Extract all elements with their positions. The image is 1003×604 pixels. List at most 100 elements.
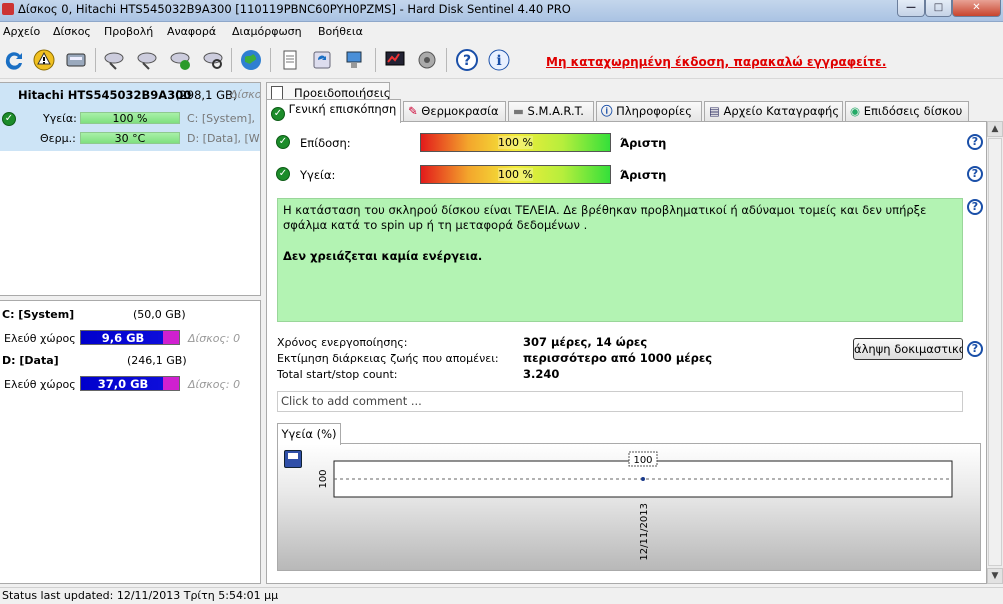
status-text: Η κατάσταση του σκληρού δίσκου είναι ΤΕΛ… (283, 203, 927, 232)
tab-information[interactable]: ⓘ Πληροφορίες (596, 101, 702, 122)
free-space-label: Ελεύθ χώρος (4, 332, 76, 345)
status-message-box: Η κατάσταση του σκληρού δίσκου είναι ΤΕΛ… (277, 198, 963, 322)
refresh-icon[interactable] (0, 46, 28, 74)
tab-label: Γενική επισκόπηση (288, 102, 397, 116)
disk-surface-icon[interactable] (133, 46, 161, 74)
status-text: Status last updated: 12/11/2013 Τρίτη 5:… (2, 589, 279, 602)
document-icon[interactable] (276, 46, 304, 74)
tab-alerts-label: Προειδοποιήσεις (294, 86, 391, 100)
temp-label: Θερμ.: (40, 132, 76, 145)
volume-d[interactable]: D: [Data] (246,1 GB) Ελεύθ χώρος 37,0 GB… (0, 351, 259, 397)
menu-report[interactable]: Αναφορά (167, 25, 216, 38)
free-space-value: 37,0 GB (97, 377, 149, 391)
help-icon[interactable]: ? (967, 341, 983, 357)
volumes-panel: C: [System] (50,0 GB) Ελεύθ χώρος 9,6 GB… (0, 300, 261, 584)
disk-search-icon[interactable] (199, 46, 227, 74)
disk-info-icon[interactable] (62, 46, 90, 74)
disk-name: Hitachi HTS545032B9A300 (18, 88, 192, 102)
svg-text:i: i (496, 53, 501, 69)
help-icon[interactable]: ? (967, 166, 983, 182)
tab-label: Αρχείο Καταγραφής (723, 104, 840, 118)
svg-text:?: ? (463, 53, 471, 69)
tab-smart[interactable]: ▬ S.M.A.R.T. (508, 101, 594, 122)
volume-c-hint: C: [System], (187, 112, 255, 125)
menu-file[interactable]: Αρχείο (3, 25, 40, 38)
data-point (641, 477, 645, 481)
comment-input[interactable]: Click to add comment ... (277, 391, 963, 412)
maximize-button[interactable]: □ (925, 0, 952, 17)
tab-performance[interactable]: ◉ Επιδόσεις δίσκου (845, 101, 969, 122)
scrollbar[interactable]: ▲ ▼ (987, 121, 1003, 584)
status-bar: Status last updated: 12/11/2013 Τρίτη 5:… (0, 587, 1003, 604)
performance-ok-icon: ✓ (276, 135, 290, 149)
globe-icon[interactable] (237, 46, 265, 74)
menu-disk[interactable]: Δίσκος (53, 25, 91, 38)
performance-value: 100 % (498, 136, 533, 149)
disk-suffix: Δίσκο (230, 88, 261, 101)
thermometer-icon: ✎ (408, 104, 418, 118)
tab-label: S.M.A.R.T. (527, 104, 584, 118)
disk-entry[interactable]: Hitachi HTS545032B9A300 (298,1 GB) Δίσκο… (0, 83, 261, 151)
app-icon (2, 3, 14, 15)
health-label: Υγεία: (300, 168, 336, 182)
warning-icon[interactable] (30, 46, 58, 74)
data-label: 100 (633, 455, 652, 466)
help-icon[interactable]: ? (453, 46, 481, 74)
volume-c[interactable]: C: [System] (50,0 GB) Ελεύθ χώρος 9,6 GB… (0, 305, 259, 351)
free-space-bar: 37,0 GB (80, 376, 180, 391)
health-chart: 100 100 12/11/2013 (318, 451, 953, 561)
temp-bar: 30 °C (80, 132, 180, 144)
disk-size: (298,1 GB) (175, 88, 238, 102)
drive-icon: ▬ (513, 104, 524, 118)
volume-d-hint: D: [Data], [W (187, 132, 260, 145)
minimize-button[interactable]: — (897, 0, 925, 17)
menu-view[interactable]: Προβολή (104, 25, 153, 38)
monitor-chart-icon[interactable] (381, 46, 409, 74)
scroll-up-arrow[interactable]: ▲ (987, 121, 1003, 137)
close-button[interactable]: ✕ (952, 0, 1001, 17)
menu-configuration[interactable]: Διαμόρφωση (232, 25, 302, 38)
tab-log[interactable]: ▤ Αρχείο Καταγραφής (704, 101, 843, 122)
test-button[interactable]: άληψη δοκιμαστικού (853, 338, 963, 360)
tab-overview[interactable]: ✓ Γενική επισκόπηση (266, 99, 401, 123)
menu-help[interactable]: Βοήθεια (318, 25, 363, 38)
uptime-value: 307 μέρες, 14 ώρες (523, 335, 648, 349)
check-icon: ✓ (271, 107, 285, 121)
gauge-icon: ◉ (850, 104, 861, 118)
disk-test-icon[interactable] (100, 46, 128, 74)
disk-ok-icon[interactable] (166, 46, 194, 74)
help-icon[interactable]: ? (967, 199, 983, 215)
y-tick-label: 100 (318, 469, 329, 488)
scroll-down-arrow[interactable]: ▼ (987, 568, 1003, 584)
volume-size: (246,1 GB) (127, 354, 187, 367)
health-value: 100 % (498, 168, 533, 181)
tab-strip: ✓ Γενική επισκόπηση ✎ Θερμοκρασία ▬ S.M.… (266, 99, 969, 123)
volume-size: (50,0 GB) (133, 308, 186, 321)
volume-disk-ref: Δίσκος: 0 (188, 332, 241, 345)
help-icon[interactable]: ? (967, 134, 983, 150)
tab-temperature[interactable]: ✎ Θερμοκρασία (403, 101, 506, 122)
free-space-value: 9,6 GB (101, 331, 145, 345)
speaker-icon[interactable] (413, 46, 441, 74)
info-icon[interactable]: i (485, 46, 513, 74)
toolbar: ? i Μη καταχωρημένη έκδοση, παρακαλώ εγγ… (0, 42, 1003, 79)
sync-icon[interactable] (308, 46, 336, 74)
x-tick-label: 12/11/2013 (639, 503, 650, 561)
network-icon[interactable] (340, 46, 368, 74)
tab-health-chart[interactable]: Υγεία (%) (277, 423, 341, 445)
log-icon: ▤ (709, 104, 720, 118)
scroll-thumb[interactable] (988, 138, 1002, 566)
tab-label: Θερμοκρασία (421, 104, 499, 118)
health-bar: 100 % (80, 112, 180, 124)
action-text: Δεν χρειάζεται καμία ενέργεια. (283, 249, 483, 263)
page-icon (271, 86, 283, 100)
disk-list-panel: Hitachi HTS545032B9A300 (298,1 GB) Δίσκο… (0, 82, 261, 296)
health-bar: 100 % (420, 165, 611, 184)
lifetime-label: Εκτίμηση διάρκειας ζωής που απομένει: (277, 352, 499, 365)
free-space-bar: 9,6 GB (80, 330, 180, 345)
register-link[interactable]: Μη καταχωρημένη έκδοση, παρακαλώ εγγραφε… (546, 55, 886, 69)
overview-panel: ✓ Επίδοση: 100 % Άριστη ? ✓ Υγεία: 100 %… (266, 121, 987, 584)
health-label: Υγεία: (43, 112, 77, 125)
performance-bar: 100 % (420, 133, 611, 152)
tab-label: Πληροφορίες (616, 104, 693, 118)
